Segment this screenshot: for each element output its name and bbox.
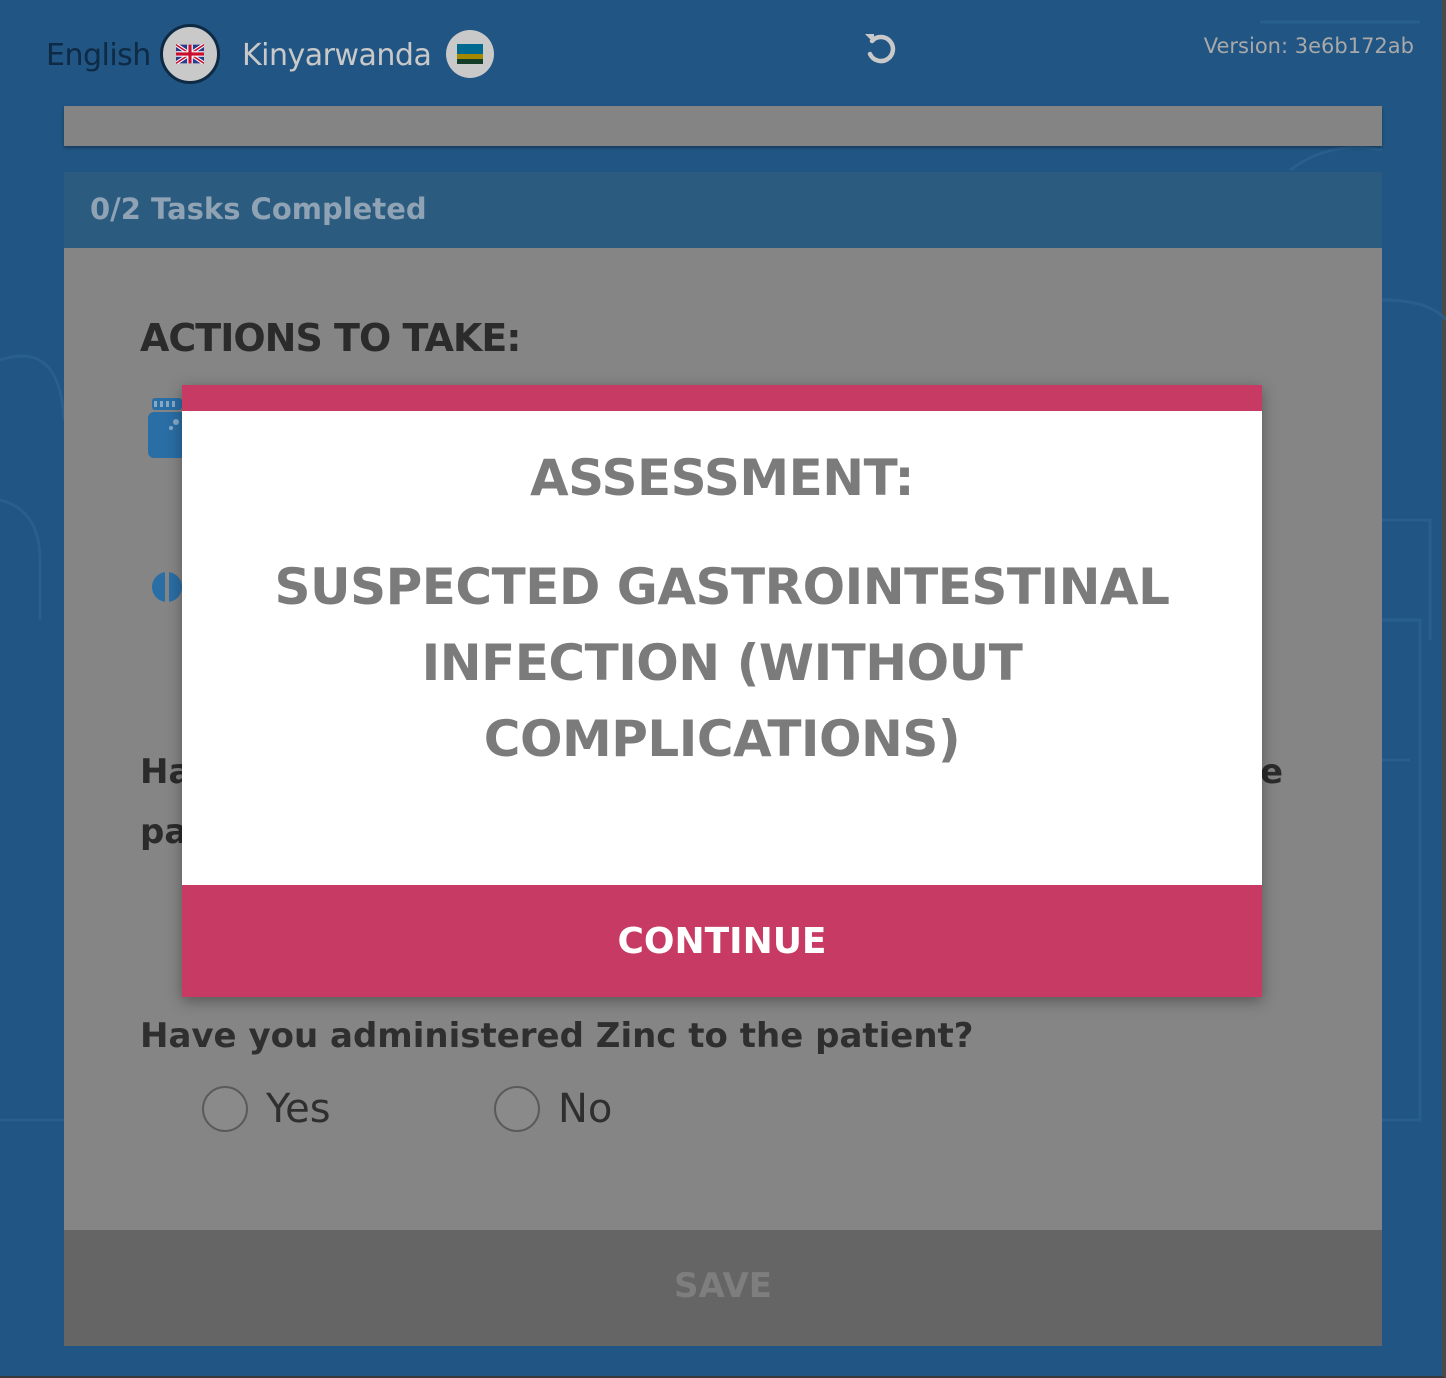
version-label: Version: 3e6b172ab bbox=[1203, 34, 1414, 58]
continue-button[interactable]: CONTINUE bbox=[182, 885, 1262, 997]
radio-yes[interactable]: Yes bbox=[202, 1086, 331, 1132]
question-text-fragment: pa bbox=[140, 812, 188, 852]
previous-section-card bbox=[64, 106, 1382, 146]
question-text-fragment: e bbox=[1260, 752, 1284, 792]
radio-no[interactable]: No bbox=[494, 1086, 612, 1132]
language-english[interactable]: English bbox=[46, 38, 151, 73]
medicine-jar-icon bbox=[148, 398, 186, 458]
save-label: SAVE bbox=[673, 1266, 773, 1306]
actions-title: ACTIONS TO TAKE: bbox=[140, 316, 521, 360]
radio-button[interactable] bbox=[202, 1086, 248, 1132]
assessment-modal: ASSESSMENT: SUSPECTED GASTROINTESTINAL I… bbox=[182, 385, 1262, 997]
reset-icon[interactable] bbox=[860, 28, 900, 68]
radio-label-no: No bbox=[558, 1086, 613, 1132]
modal-header-strip bbox=[182, 385, 1262, 411]
top-bar: English Kinyarwanda Version: 3e6b172ab bbox=[0, 0, 1446, 106]
tasks-progress-label: 0/2 Tasks Completed bbox=[90, 192, 427, 226]
save-button[interactable]: SAVE bbox=[64, 1230, 1382, 1346]
assessment-result: SUSPECTED GASTROINTESTINAL INFECTION (WI… bbox=[274, 558, 1170, 768]
modal-heading: ASSESSMENT: bbox=[529, 449, 915, 507]
continue-label: CONTINUE bbox=[617, 920, 827, 962]
radio-label-yes: Yes bbox=[266, 1086, 331, 1132]
zinc-question: Have you administered Zinc to the patien… bbox=[140, 1016, 974, 1056]
radio-button[interactable] bbox=[494, 1086, 540, 1132]
half-circle-icon bbox=[152, 572, 182, 602]
tasks-progress-bar: 0/2 Tasks Completed bbox=[64, 172, 1382, 248]
language-kinyarwanda[interactable]: Kinyarwanda bbox=[242, 38, 432, 73]
rwanda-flag-icon[interactable] bbox=[446, 30, 494, 78]
uk-flag-icon[interactable] bbox=[160, 24, 220, 84]
